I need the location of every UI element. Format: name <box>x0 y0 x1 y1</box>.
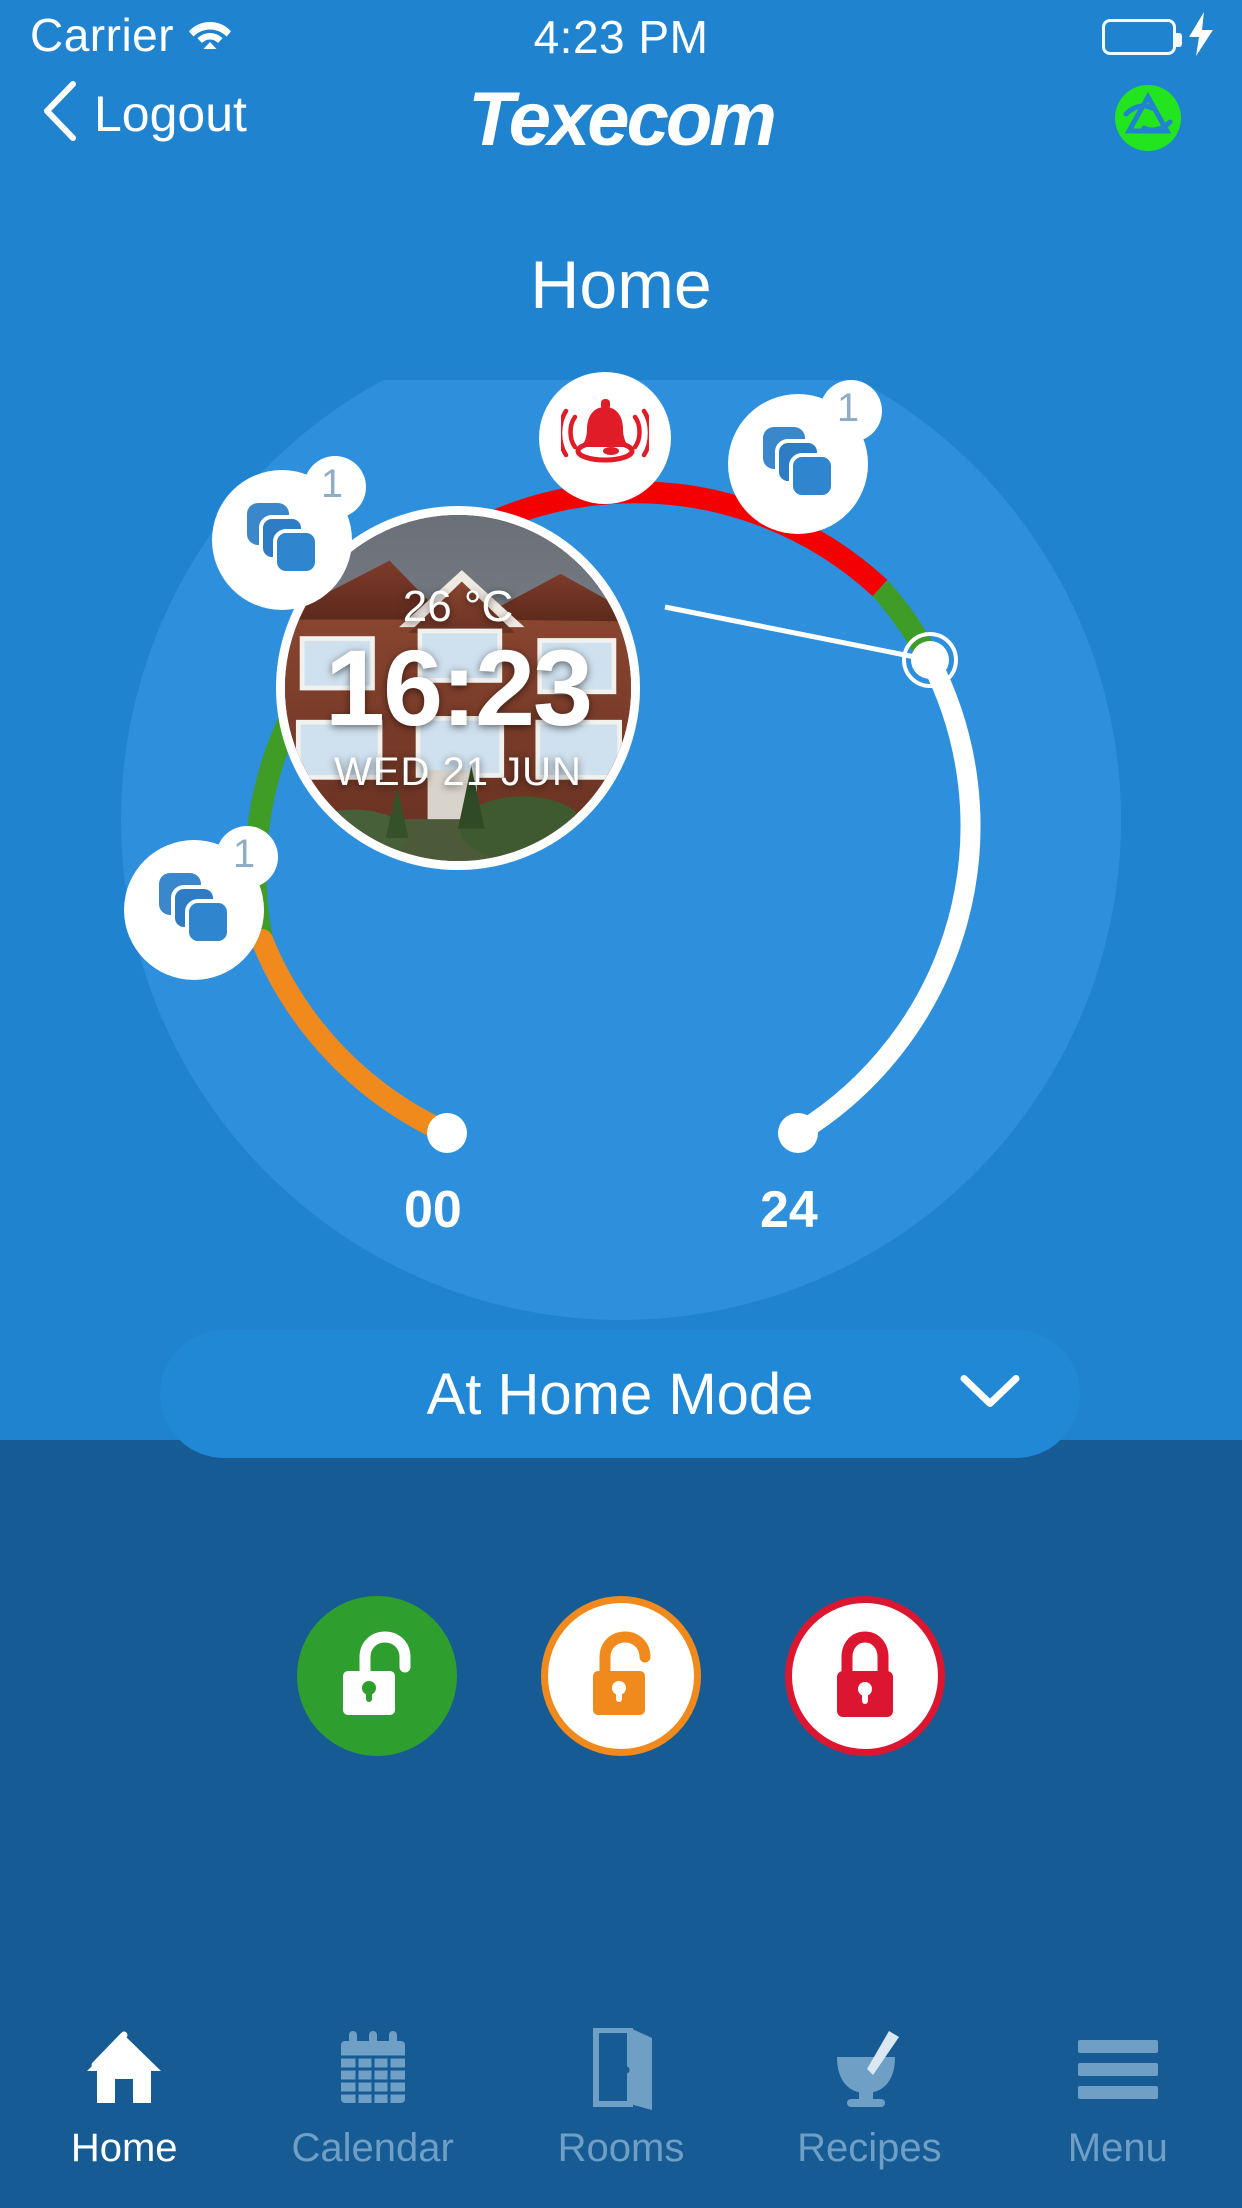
dial-node-left-upper[interactable]: 1 <box>212 456 366 610</box>
tab-home-label: Home <box>70 2126 178 2170</box>
stacked-squares-icon <box>153 867 235 954</box>
lightning-bolt-icon <box>1186 12 1216 61</box>
mode-selector[interactable]: At Home Mode <box>160 1330 1080 1458</box>
status-bar-right <box>1102 12 1216 61</box>
tab-bar: Home Calendar Rooms Recipes Menu <box>0 2012 1242 2208</box>
status-bar: Carrier 4:23 PM <box>0 0 1242 63</box>
battery-full-icon <box>1102 18 1182 55</box>
clock-time: 16:23 <box>324 626 593 748</box>
tab-home[interactable]: Home <box>0 2012 248 2208</box>
alarm-bell-icon <box>557 395 653 482</box>
full-arm-button[interactable] <box>785 1596 945 1756</box>
brand-logo: Texecom <box>468 77 777 162</box>
hamburger-menu-icon <box>1074 2026 1162 2112</box>
clock-date: WED 21 JUN <box>334 749 582 794</box>
unlocked-padlock-icon <box>579 1629 663 1724</box>
tab-calendar[interactable]: Calendar <box>248 2012 496 2208</box>
schedule-dial: 26 °C 16:23 WED 21 JUN 1 1 1 00 24 <box>0 372 1242 1440</box>
stacked-squares-icon <box>241 497 323 584</box>
dial-node-badge: 1 <box>820 380 882 442</box>
stacked-squares-icon <box>757 421 839 508</box>
dial-node-left-lower[interactable]: 1 <box>124 826 278 980</box>
house-icon <box>81 2026 167 2112</box>
calendar-icon <box>335 2026 411 2112</box>
dial-scale-end-label: 24 <box>760 1181 818 1239</box>
part-arm-button[interactable] <box>541 1596 701 1756</box>
bottom-panel: At Home Mode Home Calendar Rooms Recipes… <box>0 1330 1242 2208</box>
mode-selector-label: At Home Mode <box>426 1361 814 1427</box>
chevron-down-icon <box>958 1372 1022 1417</box>
unlocked-padlock-icon <box>335 1629 419 1724</box>
tab-rooms[interactable]: Rooms <box>497 2012 745 2208</box>
dial-node-badge: 1 <box>216 826 278 888</box>
app-screen: Carrier 4:23 PM Logout Texecom Home 26 °… <box>0 0 1242 2208</box>
tab-calendar-label: Calendar <box>291 2126 454 2170</box>
disarm-button[interactable] <box>297 1596 457 1756</box>
clock-temperature: 26 °C <box>402 581 514 631</box>
page-title: Home <box>530 247 712 323</box>
dial-scale-start-label: 00 <box>404 1181 462 1239</box>
open-door-icon <box>586 2026 656 2112</box>
dial-node-badge: 1 <box>304 456 366 518</box>
arm-button-group <box>0 1596 1242 1756</box>
dial-endpoint-end <box>778 1113 818 1153</box>
nav-bar: Logout Texecom <box>0 62 1242 172</box>
tab-rooms-label: Rooms <box>557 2126 685 2170</box>
locked-padlock-icon <box>823 1629 907 1724</box>
texecom-connect-logo-icon[interactable] <box>1114 84 1182 152</box>
tab-menu-label: Menu <box>1067 2126 1168 2170</box>
dial-endpoint-start <box>427 1113 467 1153</box>
mortar-pestle-icon <box>829 2026 909 2112</box>
status-bar-clock: 4:23 PM <box>533 11 709 63</box>
dial-node-alarm[interactable] <box>539 372 671 504</box>
dial-node-right-upper[interactable]: 1 <box>728 380 882 534</box>
tab-recipes[interactable]: Recipes <box>745 2012 993 2208</box>
tab-recipes-label: Recipes <box>797 2126 942 2170</box>
dial-handle-knob-icon <box>902 632 958 688</box>
tab-menu[interactable]: Menu <box>994 2012 1242 2208</box>
